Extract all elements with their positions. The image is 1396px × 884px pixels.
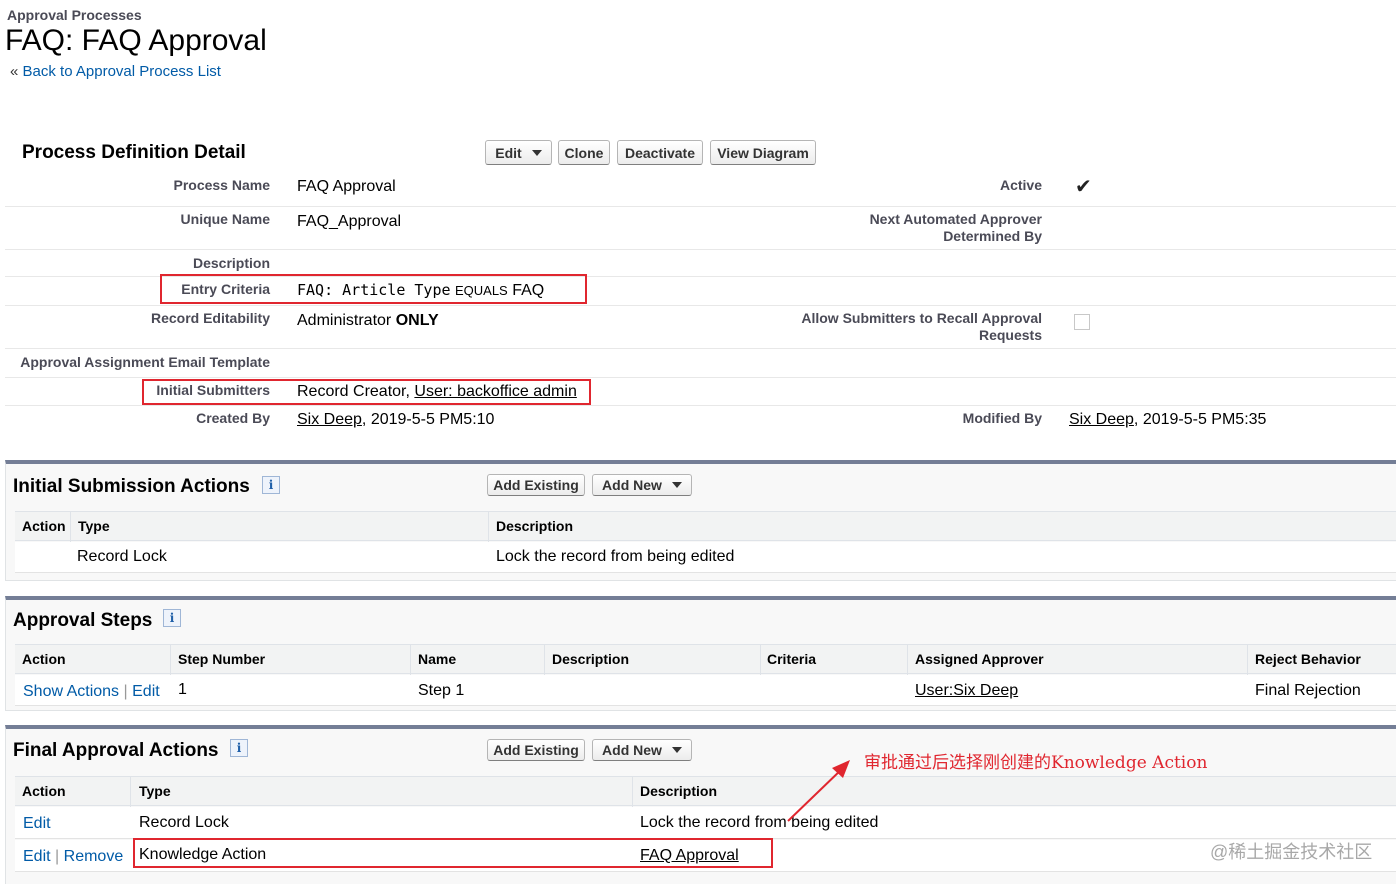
unique-name-value: FAQ_Approval bbox=[297, 213, 402, 230]
table-row: Record Lock Lock the record from being e… bbox=[15, 542, 1396, 573]
final-table-header: Action Type Description bbox=[15, 776, 1396, 807]
link-divider: | bbox=[55, 848, 60, 865]
initial-table-header: Action Type Description bbox=[15, 511, 1396, 542]
annotation-text: 审批通过后选择刚创建的Knowledge Action bbox=[864, 753, 1208, 773]
row-reject-behavior: Final Rejection bbox=[1255, 682, 1361, 699]
info-icon[interactable]: i bbox=[163, 609, 181, 627]
created-by-label: Created By bbox=[196, 410, 270, 426]
initial-submission-title: Initial Submission Actions bbox=[13, 476, 250, 497]
row-step-number: 1 bbox=[178, 681, 187, 698]
initial-add-new-label: Add New bbox=[602, 477, 662, 493]
unique-name-label: Unique Name bbox=[180, 211, 270, 227]
page-title: FAQ: FAQ Approval bbox=[5, 24, 267, 57]
col-type: Type bbox=[139, 783, 171, 799]
email-template-label: Approval Assignment Email Template bbox=[20, 354, 270, 370]
back-link[interactable]: « Back to Approval Process List bbox=[10, 63, 221, 80]
description-label: Description bbox=[192, 255, 270, 271]
table-row: Edit Record Lock Lock the record from be… bbox=[15, 807, 1396, 839]
step-edit-link[interactable]: Edit bbox=[132, 683, 160, 700]
link-divider: | bbox=[123, 683, 128, 700]
record-lock-edit-link[interactable]: Edit bbox=[23, 815, 51, 833]
checkmark-icon: ✔ bbox=[1075, 176, 1092, 198]
col-action: Action bbox=[22, 518, 66, 534]
created-by-date: , 2019-5-5 PM5:10 bbox=[361, 411, 495, 428]
col-action: Action bbox=[22, 783, 66, 799]
row-step-name: Step 1 bbox=[418, 682, 465, 699]
allow-recall-label-line1: Allow Submitters to Recall Approval bbox=[801, 310, 1042, 326]
col-reject-behavior: Reject Behavior bbox=[1255, 651, 1361, 667]
view-diagram-button[interactable]: View Diagram bbox=[710, 140, 816, 165]
col-criteria: Criteria bbox=[767, 651, 817, 667]
next-approver-label-line2: Determined By bbox=[943, 228, 1042, 244]
col-name: Name bbox=[418, 651, 457, 667]
row-type: Record Lock bbox=[77, 548, 167, 565]
chevron-down-icon bbox=[671, 482, 682, 488]
process-name-value: FAQ Approval bbox=[297, 178, 396, 195]
approval-steps-section: Approval Steps i Action Step Number Name… bbox=[5, 596, 1396, 711]
show-actions-link[interactable]: Show Actions bbox=[23, 683, 119, 700]
allow-recall-label-line2: Requests bbox=[978, 327, 1042, 343]
clone-button[interactable]: Clone bbox=[558, 140, 610, 165]
created-by-user-link[interactable]: Six Deep bbox=[297, 411, 362, 428]
allow-recall-checkbox bbox=[1074, 314, 1090, 330]
final-add-new-label: Add New bbox=[602, 742, 662, 758]
row-actions: Show Actions | Edit bbox=[23, 683, 160, 701]
deactivate-button[interactable]: Deactivate bbox=[617, 140, 703, 165]
annotation-arrow-icon bbox=[787, 760, 850, 822]
col-type: Type bbox=[78, 518, 110, 534]
final-add-new-button[interactable]: Add New bbox=[592, 739, 692, 761]
steps-table-header: Action Step Number Name Description Crit… bbox=[15, 644, 1396, 675]
col-step-number: Step Number bbox=[178, 651, 266, 667]
info-icon[interactable]: i bbox=[262, 476, 280, 494]
col-description: Description bbox=[640, 783, 718, 799]
col-action: Action bbox=[22, 651, 66, 667]
knowledge-action-remove-link[interactable]: Remove bbox=[64, 848, 124, 865]
edit-dropdown-button[interactable]: Edit bbox=[485, 140, 552, 165]
row-actions: Edit | Remove bbox=[23, 848, 123, 866]
watermark: @稀土掘金技术社区 bbox=[1210, 842, 1373, 862]
final-add-existing-button[interactable]: Add Existing bbox=[487, 739, 585, 761]
created-by-value: Six Deep, 2019-5-5 PM5:10 bbox=[297, 411, 494, 429]
col-description: Description bbox=[496, 518, 574, 534]
knowledge-action-highlight bbox=[133, 838, 773, 868]
active-label: Active bbox=[999, 177, 1042, 193]
assigned-approver-link[interactable]: User:Six Deep bbox=[915, 682, 1018, 700]
table-row: Show Actions | Edit 1 Step 1 User:Six De… bbox=[15, 675, 1396, 706]
modified-by-date: , 2019-5-5 PM5:35 bbox=[1133, 411, 1267, 428]
next-approver-label-line1: Next Automated Approver bbox=[869, 211, 1042, 227]
record-editability-scope: ONLY bbox=[395, 312, 439, 329]
process-name-label: Process Name bbox=[173, 177, 270, 193]
row-description: Lock the record from being edited bbox=[496, 548, 735, 565]
info-icon[interactable]: i bbox=[230, 739, 248, 757]
entry-criteria-highlight bbox=[160, 274, 587, 304]
row-type: Record Lock bbox=[139, 814, 229, 831]
record-editability-role: Administrator bbox=[297, 312, 392, 329]
knowledge-action-edit-link[interactable]: Edit bbox=[23, 848, 51, 865]
approval-steps-title: Approval Steps bbox=[13, 610, 153, 631]
initial-add-existing-button[interactable]: Add Existing bbox=[487, 474, 585, 496]
initial-submission-section: Initial Submission Actions i Add Existin… bbox=[5, 460, 1396, 581]
next-approver-label: Next Automated Approver Determined By bbox=[870, 211, 1042, 245]
final-approval-title: Final Approval Actions bbox=[13, 740, 219, 761]
chevron-down-icon bbox=[671, 747, 682, 753]
allow-recall-label: Allow Submitters to Recall Approval Requ… bbox=[801, 310, 1042, 344]
detail-title: Process Definition Detail bbox=[22, 142, 246, 163]
record-editability-value: Administrator ONLY bbox=[297, 312, 439, 330]
modified-by-label: Modified By bbox=[962, 410, 1042, 426]
initial-add-new-button[interactable]: Add New bbox=[592, 474, 692, 496]
chevron-down-icon bbox=[531, 149, 542, 156]
back-prefix: « bbox=[10, 63, 19, 80]
record-editability-label: Record Editability bbox=[150, 310, 270, 326]
modified-by-value: Six Deep, 2019-5-5 PM5:35 bbox=[1069, 411, 1266, 429]
col-description: Description bbox=[552, 651, 630, 667]
col-assigned-approver: Assigned Approver bbox=[915, 651, 1044, 667]
back-to-list-link[interactable]: Back to Approval Process List bbox=[23, 63, 221, 80]
modified-by-user-link[interactable]: Six Deep bbox=[1069, 411, 1134, 428]
edit-button-label: Edit bbox=[495, 144, 522, 161]
breadcrumb: Approval Processes bbox=[7, 7, 142, 23]
initial-submitters-highlight bbox=[142, 379, 591, 405]
